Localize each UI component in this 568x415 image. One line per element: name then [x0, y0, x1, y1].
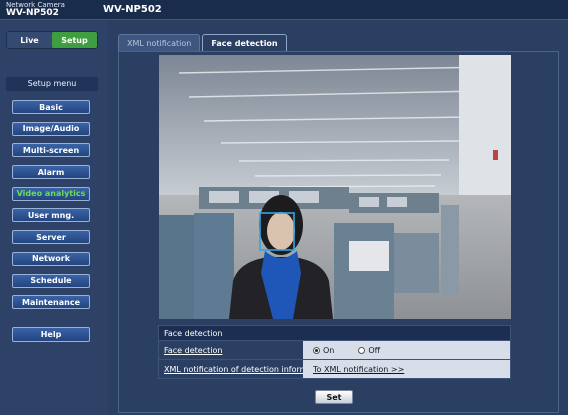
- sidebar-item-server[interactable]: Server: [12, 230, 90, 245]
- sidebar: Live Setup Setup menu Basic Image/Audio …: [0, 21, 108, 415]
- sidebar-item-alarm[interactable]: Alarm: [12, 165, 90, 180]
- face-detection-options: On Off: [303, 341, 510, 359]
- sidebar-item-maintenance[interactable]: Maintenance: [12, 295, 90, 310]
- radio-off[interactable]: Off: [358, 346, 380, 355]
- xml-notification-row: XML notification of detection informatio…: [158, 360, 511, 379]
- set-button[interactable]: Set: [315, 390, 353, 404]
- help-button[interactable]: Help: [12, 327, 90, 342]
- radio-on-icon[interactable]: [313, 346, 320, 354]
- xml-notification-label[interactable]: XML notification of detection informatio…: [159, 360, 328, 378]
- face-detection-label[interactable]: Face detection: [159, 341, 303, 359]
- face-detection-row: Face detection On Off: [158, 341, 511, 360]
- sidebar-item-schedule[interactable]: Schedule: [12, 273, 90, 288]
- sidebar-item-video-analytics[interactable]: Video analytics: [12, 186, 90, 201]
- sidebar-item-basic[interactable]: Basic: [12, 100, 90, 114]
- settings-header: Face detection: [158, 325, 511, 341]
- xml-notification-value: To XML notification >>: [303, 360, 510, 378]
- setup-menu: Basic Image/Audio Multi-screen Alarm Vid…: [12, 100, 90, 317]
- radio-off-label: Off: [368, 345, 381, 355]
- tab-face-detection[interactable]: Face detection: [202, 34, 287, 51]
- sidebar-item-multi-screen[interactable]: Multi-screen: [12, 143, 90, 158]
- sidebar-item-image-audio[interactable]: Image/Audio: [12, 121, 90, 136]
- camera-scene: [159, 55, 511, 319]
- camera-live-image: [159, 55, 511, 319]
- top-header: Network Camera WV-NP502 WV-NP502: [0, 0, 568, 20]
- radio-off-icon[interactable]: [358, 346, 366, 354]
- live-button[interactable]: Live: [7, 32, 52, 48]
- sidebar-item-user-mng[interactable]: User mng.: [12, 208, 90, 223]
- mode-toggle: Live Setup: [6, 31, 98, 49]
- main-content: Face detection Face detection On Off XML…: [118, 51, 559, 413]
- tab-xml-notification[interactable]: XML notification: [118, 34, 201, 51]
- setup-button[interactable]: Setup: [52, 32, 97, 48]
- to-xml-notification-link[interactable]: To XML notification >>: [313, 365, 404, 374]
- radio-on-label: On: [323, 345, 335, 355]
- radio-on[interactable]: On: [313, 346, 334, 355]
- tab-bar: XML notification Face detection: [118, 34, 289, 51]
- page-title: WV-NP502: [103, 4, 162, 15]
- setup-menu-title: Setup menu: [6, 77, 98, 91]
- brand-model: WV-NP502: [6, 8, 59, 18]
- face-detection-settings: Face detection Face detection On Off XML…: [158, 325, 511, 379]
- sidebar-item-network[interactable]: Network: [12, 251, 90, 266]
- brand-logo: Network Camera WV-NP502: [6, 1, 96, 18]
